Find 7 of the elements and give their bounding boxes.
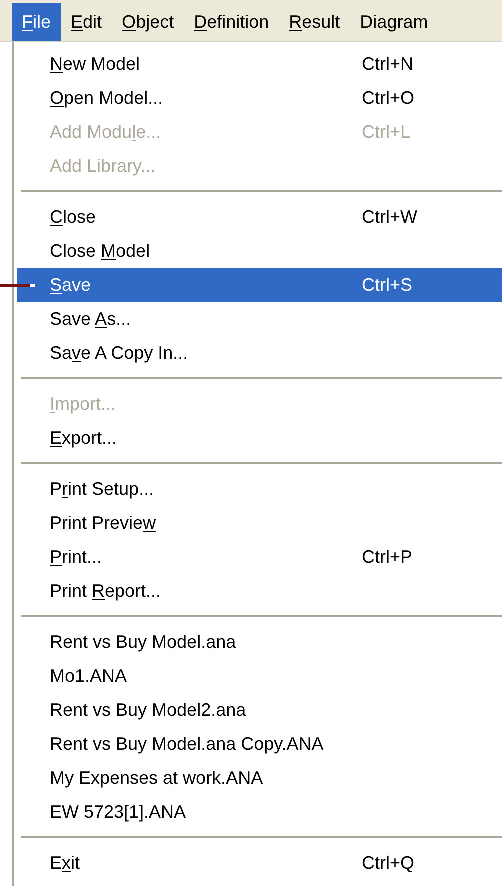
menu-bar-item[interactable]: Result	[279, 3, 350, 41]
menu-bar-item[interactable]: Object	[112, 3, 184, 41]
menu-bar-item[interactable]: Edit	[61, 3, 112, 41]
menu-bar-item[interactable]: Definition	[184, 3, 280, 41]
menu-bar-item[interactable]: File	[12, 3, 62, 41]
menu-item[interactable]: Save Ctrl+S	[17, 268, 502, 302]
menu-bar-item[interactable]: Diagram	[350, 3, 438, 41]
